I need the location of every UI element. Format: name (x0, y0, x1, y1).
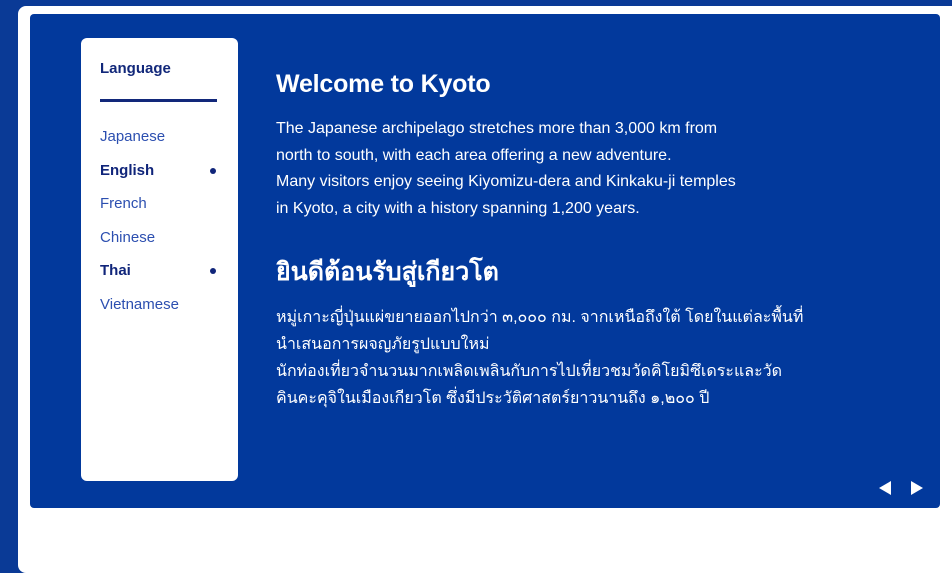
thai-title: ยินดีต้อนรับสู่เกียวโต (276, 258, 499, 286)
main-content: Welcome to Kyoto The Japanese archipelag… (276, 68, 916, 412)
language-item-vietnamese[interactable]: Vietnamese (100, 294, 218, 328)
next-button[interactable] (910, 480, 928, 496)
language-item-label: Vietnamese (100, 295, 179, 313)
language-item-french[interactable]: French (100, 193, 218, 227)
thai-paragraph: หมู่เกาะญี่ปุ่นแผ่ขยายออกไปกว่า ๓,๐๐๐ กม… (276, 309, 804, 407)
language-item-label: English (100, 161, 155, 179)
english-title: Welcome to Kyoto (276, 70, 491, 98)
triangle-right-icon (911, 481, 923, 495)
active-dot-icon (210, 268, 216, 274)
language-item-thai[interactable]: Thai (100, 260, 218, 294)
language-item-label: French (100, 195, 147, 212)
english-paragraph: The Japanese archipelago stretches more … (276, 120, 736, 217)
language-item-label: Japanese (100, 128, 166, 145)
language-heading: Language (100, 60, 171, 77)
language-item-label: Chinese (100, 228, 156, 246)
language-sidebar: Language Japanese English French Chinese… (81, 38, 238, 481)
carousel-nav (878, 478, 930, 498)
previous-button[interactable] (878, 480, 896, 496)
language-item-english[interactable]: English (100, 160, 218, 194)
language-item-label: Thai (100, 262, 131, 279)
language-item-japanese[interactable]: Japanese (100, 126, 218, 160)
active-dot-icon (210, 167, 216, 174)
triangle-left-icon (879, 481, 891, 495)
language-heading-rule (100, 99, 217, 102)
language-item-chinese[interactable]: Chinese (100, 227, 218, 261)
language-list: Japanese English French Chinese Thai Vie… (100, 126, 218, 327)
